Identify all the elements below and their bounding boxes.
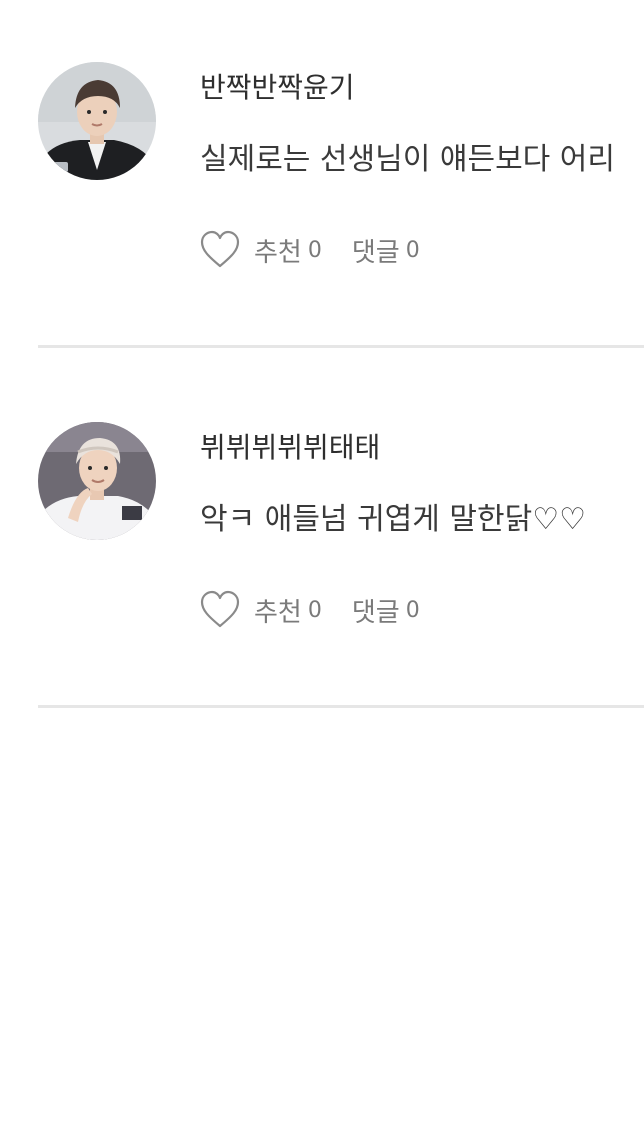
username[interactable]: 반짝반짝윤기 xyxy=(200,68,355,108)
comment-item: 반짝반짝윤기 실제로는 선생님이 얘든보다 어리 추천 0 댓글 0 xyxy=(0,0,644,360)
reply-label[interactable]: 댓글 xyxy=(352,592,400,629)
divider xyxy=(38,705,644,708)
heart-icon[interactable] xyxy=(198,588,242,632)
comment-item: 뷔뷔뷔뷔뷔태태 악ㅋ 애들넘 귀엽게 말한닭♡♡ 추천 0 댓글 0 xyxy=(0,360,644,720)
reply-count: 0 xyxy=(405,597,420,623)
avatar[interactable] xyxy=(38,422,156,540)
comment-actions: 추천 0 댓글 0 xyxy=(198,226,420,274)
comment-text: 악ㅋ 애들넘 귀엽게 말한닭♡♡ xyxy=(200,502,586,537)
comment-text: 실제로는 선생님이 얘든보다 어리 xyxy=(200,142,616,177)
reply-count: 0 xyxy=(405,237,420,263)
divider xyxy=(38,345,644,348)
profile-photo xyxy=(38,62,156,180)
profile-photo xyxy=(38,422,156,540)
reply-button[interactable]: 댓글 0 xyxy=(352,232,420,269)
comment-actions: 추천 0 댓글 0 xyxy=(198,586,420,634)
avatar[interactable] xyxy=(38,62,156,180)
reply-label[interactable]: 댓글 xyxy=(352,232,400,269)
like-label[interactable]: 추천 xyxy=(254,592,302,629)
reply-button[interactable]: 댓글 0 xyxy=(352,592,420,629)
username[interactable]: 뷔뷔뷔뷔뷔태태 xyxy=(200,428,380,468)
heart-icon[interactable] xyxy=(198,228,242,272)
like-count: 0 xyxy=(307,237,322,263)
like-count: 0 xyxy=(307,597,322,623)
like-label[interactable]: 추천 xyxy=(254,232,302,269)
